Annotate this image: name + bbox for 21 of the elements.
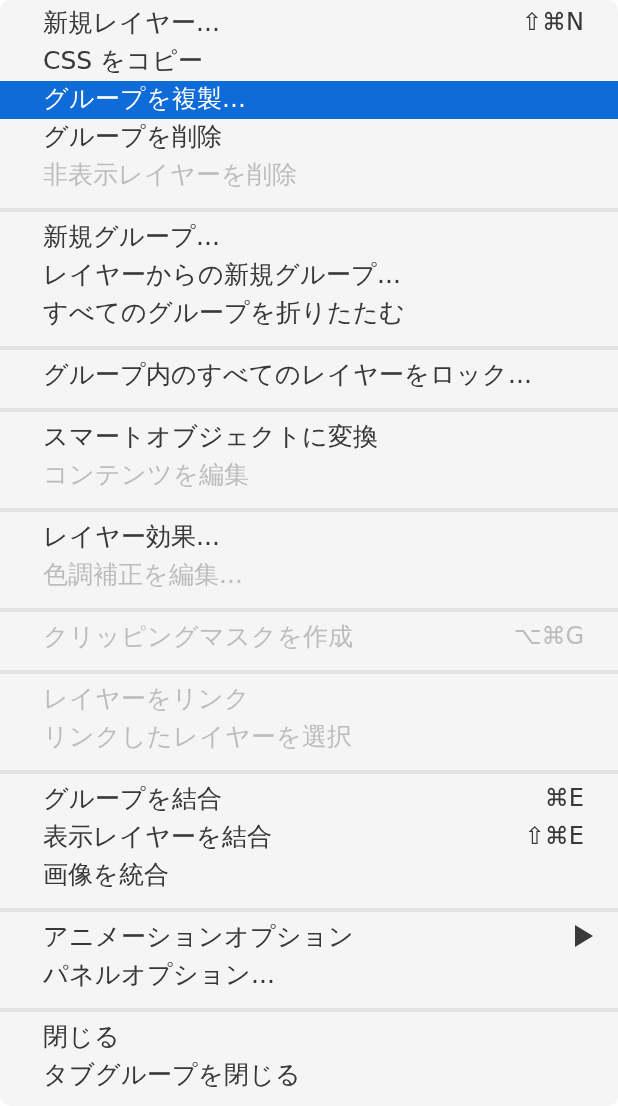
menu-item[interactable]: タブグループを閉じる [0,1057,618,1095]
menu-item[interactable]: グループ内のすべてのレイヤーをロック... [0,357,618,395]
menu-item[interactable]: スマートオブジェクトに変換 [0,419,618,457]
menu-item[interactable]: 表示レイヤーを結合 ⇧⌘E [0,819,618,857]
keyboard-shortcut: ⇧⌘E [524,822,584,850]
menu-item[interactable]: グループを削除 [0,119,618,157]
keyboard-shortcut: ⌘E [544,784,584,812]
menu-item[interactable]: CSS をコピー [0,43,618,81]
menu-item[interactable]: レイヤーからの新規グループ... [0,257,618,295]
menu-item[interactable]: 新規グループ... [0,219,618,257]
menu-item[interactable]: 新規レイヤー... ⇧⌘N [0,5,618,43]
menu-item[interactable]: 画像を統合 [0,857,618,895]
menu-item[interactable]: グループを複製... [0,81,618,119]
keyboard-shortcut: ⇧⌘N [521,8,584,36]
menu-item[interactable]: レイヤー効果... [0,519,618,557]
menu-item[interactable]: すべてのグループを折りたたむ [0,295,618,333]
menu-item[interactable]: パネルオプション... [0,957,618,995]
menu-item[interactable]: 閉じる [0,1019,618,1057]
menu-item[interactable]: グループを結合 ⌘E [0,781,618,819]
keyboard-shortcut: ⌥⌘G [513,622,584,650]
menu-item[interactable]: アニメーションオプション [0,919,618,957]
